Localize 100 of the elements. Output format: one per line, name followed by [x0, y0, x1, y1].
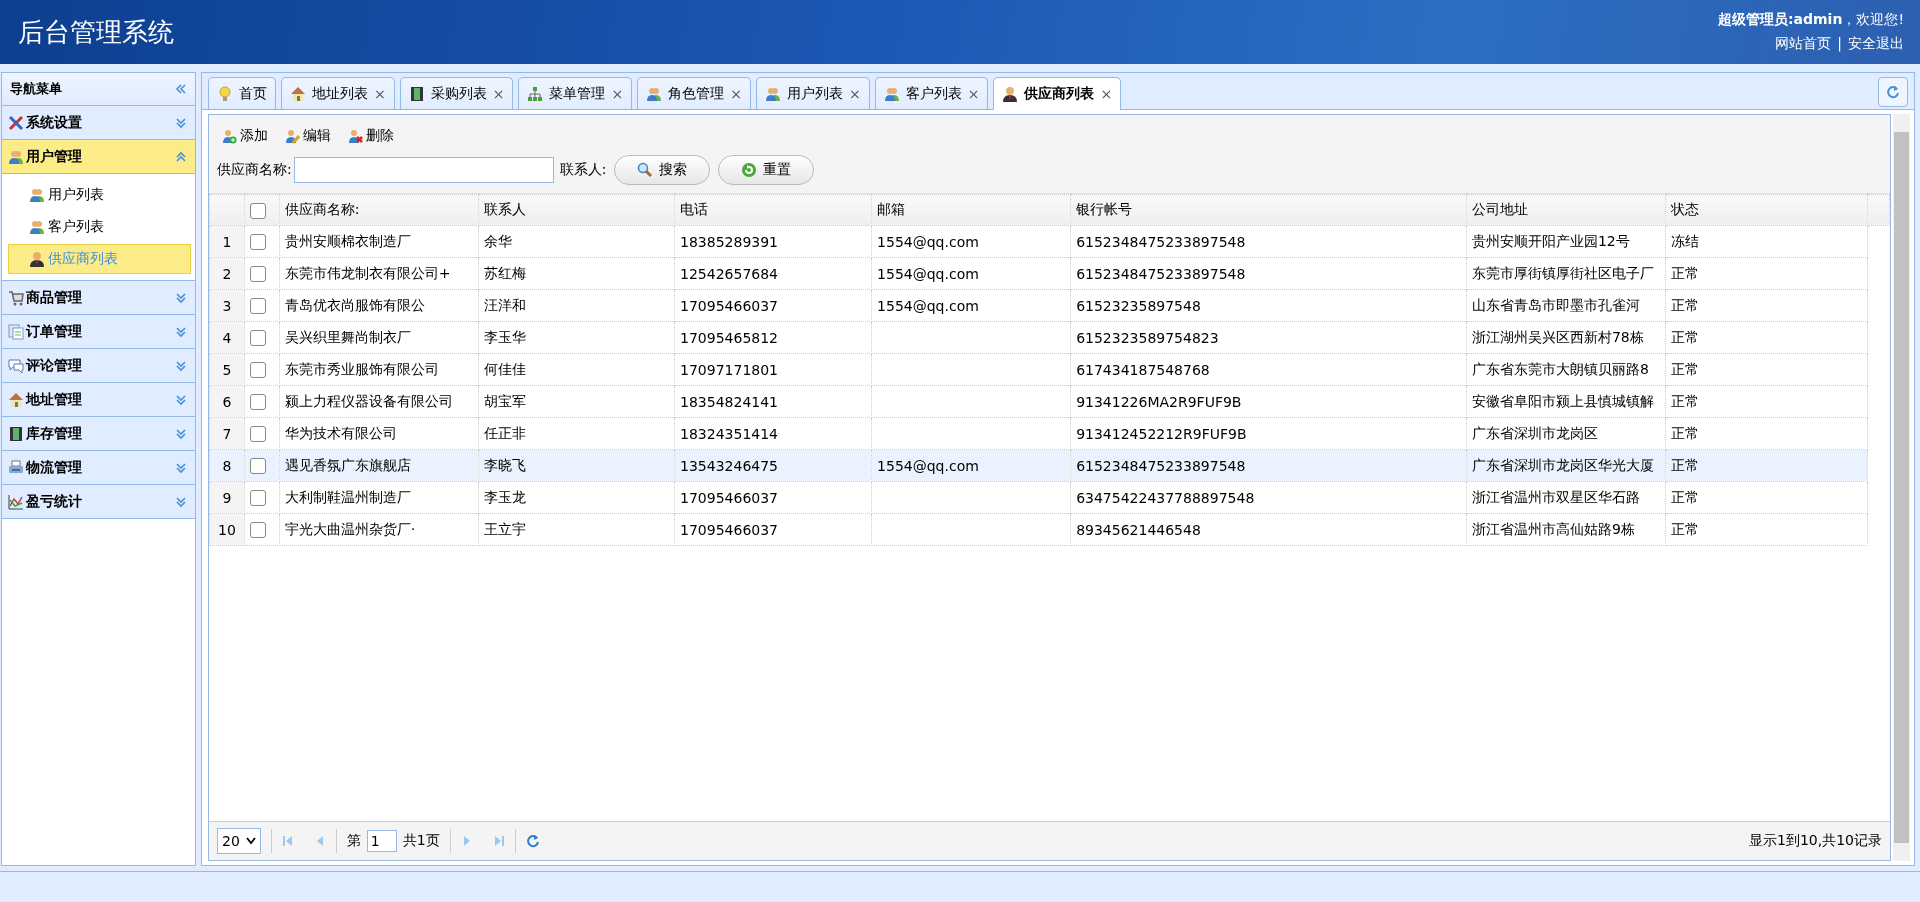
checkbox[interactable]	[249, 458, 266, 474]
tab[interactable]: 菜单管理 ×	[518, 77, 633, 109]
close-icon[interactable]: ×	[492, 85, 505, 102]
tab[interactable]: 角色管理 ×	[637, 77, 751, 109]
table-cell: 正常	[1665, 417, 1868, 450]
checkbox[interactable]	[249, 362, 266, 378]
tab-label[interactable]: 角色管理	[668, 84, 725, 103]
table-cell: 17095466037	[674, 289, 872, 322]
tab-label[interactable]: 菜单管理	[549, 84, 606, 103]
logout-link[interactable]: 安全退出	[1848, 35, 1904, 53]
close-icon[interactable]: ×	[967, 85, 980, 102]
tab[interactable]: 地址列表 ×	[281, 77, 395, 109]
column-header[interactable]: 公司地址	[1466, 194, 1666, 226]
tab[interactable]: 采购列表 ×	[399, 77, 514, 109]
tab-label[interactable]: 首页	[239, 84, 267, 103]
documents-icon	[8, 323, 24, 340]
collapse-icon[interactable]	[175, 150, 187, 163]
refresh-button[interactable]	[1878, 77, 1908, 107]
menu-group[interactable]: 评论管理	[2, 349, 195, 383]
table-cell: 617434187548768	[1070, 353, 1467, 386]
toolbar-button[interactable]: 添加	[219, 125, 270, 147]
menu-item[interactable]: 客户列表	[8, 212, 191, 242]
table-cell: 广东省深圳市龙岗区华光大厦	[1466, 449, 1666, 482]
input-field[interactable]	[293, 157, 554, 183]
tab[interactable]: 用户列表 ×	[755, 77, 870, 109]
checkbox[interactable]	[249, 426, 266, 442]
close-icon[interactable]: ×	[848, 85, 861, 102]
menu-group[interactable]: 订单管理	[2, 315, 195, 349]
expand-icon[interactable]	[175, 116, 187, 129]
table-cell: 913412452212R9FUF9B	[1070, 417, 1467, 450]
column-header[interactable]: 银行帐号	[1070, 194, 1467, 226]
expand-icon[interactable]	[175, 461, 187, 474]
table-cell: 正常	[1665, 385, 1868, 418]
table-cell: 吴兴织里舞尚制衣厂	[279, 321, 479, 354]
collapse-icon[interactable]	[175, 83, 187, 95]
tab-label[interactable]: 采购列表	[430, 84, 487, 103]
menu-group[interactable]: 库存管理	[2, 417, 195, 451]
expand-icon[interactable]	[175, 427, 187, 440]
expand-icon[interactable]	[175, 359, 187, 372]
page-size-select[interactable]: 20	[217, 828, 261, 854]
menu-group[interactable]: 商品管理	[2, 281, 195, 315]
menu-group[interactable]: 用户管理	[2, 140, 195, 174]
expand-icon[interactable]	[175, 495, 187, 508]
checkbox[interactable]	[249, 522, 266, 538]
refresh-icon[interactable]	[525, 834, 540, 848]
tab[interactable]: 客户列表 ×	[874, 77, 989, 109]
app-title: 后台管理系统	[18, 15, 174, 49]
cart-icon	[8, 289, 24, 306]
checkbox[interactable]	[249, 234, 266, 250]
table-cell: 18324351414	[674, 417, 872, 450]
checkbox[interactable]	[249, 266, 266, 282]
tab-label[interactable]: 供应商列表	[1024, 85, 1095, 103]
tab[interactable]: 首页	[208, 77, 276, 109]
toolbar-button[interactable]: 删除	[345, 125, 396, 147]
page-input[interactable]: 1	[366, 830, 397, 852]
caret-icon	[245, 837, 256, 845]
table-cell: 任正非	[478, 417, 675, 450]
checkbox[interactable]	[249, 298, 266, 314]
row-number: 10	[209, 513, 245, 546]
menu-group[interactable]: 物流管理	[2, 451, 195, 485]
last-page-icon[interactable]	[492, 835, 505, 847]
first-page-icon[interactable]	[281, 835, 294, 847]
column-header[interactable]: 电话	[674, 194, 872, 226]
column-header[interactable]: 供应商名称:	[279, 194, 479, 226]
column-header[interactable]: 联系人	[478, 194, 675, 226]
tab[interactable]: 供应商列表 ×	[993, 77, 1122, 110]
checkbox[interactable]	[249, 490, 266, 506]
table-cell: 大利制鞋温州制造厂	[279, 481, 479, 514]
close-icon[interactable]: ×	[1100, 86, 1113, 102]
table-cell: 东莞市伟龙制衣有限公司+	[279, 257, 479, 290]
expand-icon[interactable]	[175, 393, 187, 406]
checkbox[interactable]	[249, 202, 266, 219]
sitemap-icon	[527, 85, 544, 102]
tab-label[interactable]: 地址列表	[312, 84, 368, 103]
close-icon[interactable]: ×	[730, 85, 742, 102]
toolbar-button[interactable]: 编辑	[282, 125, 333, 147]
reset-button[interactable]: 重置	[718, 155, 815, 185]
table-cell: 浙江省温州市双星区华石路	[1466, 481, 1666, 514]
tab-label[interactable]: 客户列表	[905, 84, 962, 103]
users-icon	[883, 85, 900, 102]
scrollbar[interactable]	[1893, 114, 1910, 861]
menu-group[interactable]: 地址管理	[2, 383, 195, 417]
row-number: 6	[209, 385, 245, 418]
close-icon[interactable]: ×	[374, 85, 386, 102]
table-cell: 61523235897548	[1070, 289, 1467, 322]
search-button[interactable]: 搜索	[614, 155, 711, 185]
expand-icon[interactable]	[175, 325, 187, 338]
close-icon[interactable]: ×	[611, 85, 624, 102]
column-header[interactable]: 邮箱	[871, 194, 1071, 226]
tab-label[interactable]: 用户列表	[786, 84, 843, 103]
home-link[interactable]: 网站首页	[1775, 35, 1832, 53]
checkbox[interactable]	[249, 394, 266, 410]
checkbox[interactable]	[249, 330, 266, 346]
person-icon	[29, 251, 45, 267]
menu-group[interactable]: 盈亏统计	[2, 485, 195, 519]
column-header[interactable]: 状态	[1665, 194, 1868, 226]
expand-icon[interactable]	[175, 291, 187, 304]
menu-group[interactable]: 系统设置	[2, 106, 195, 140]
table-cell: 91341226MA2R9FUF9B	[1070, 385, 1467, 418]
menu-item[interactable]: 用户列表	[8, 180, 191, 210]
